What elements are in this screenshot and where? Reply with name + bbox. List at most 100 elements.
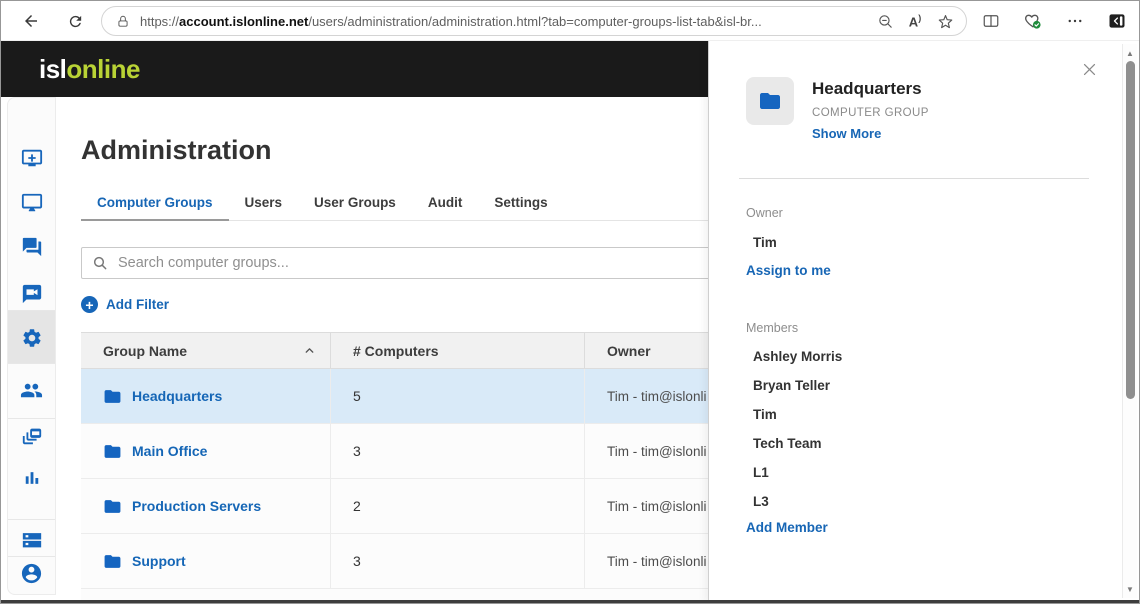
browser-toolbar: https://account.islonline.net/users/admi… (1, 1, 1139, 41)
sidebar-item-new-session[interactable] (20, 146, 44, 170)
group-avatar (746, 77, 794, 125)
group-name-cell[interactable]: Support (81, 534, 331, 588)
member-item: L1 (753, 465, 1079, 480)
zoom-out-button[interactable] (870, 8, 900, 34)
tab-users[interactable]: Users (229, 191, 299, 221)
add-computer-icon (21, 147, 43, 169)
tab-user-groups[interactable]: User Groups (298, 191, 412, 221)
search-icon (92, 255, 108, 271)
page-title: Administration (81, 135, 272, 166)
column-header-computers[interactable]: # Computers (331, 333, 585, 368)
panel-type-label: COMPUTER GROUP (812, 107, 929, 119)
sidebar-item-sessions[interactable] (20, 424, 44, 448)
member-item: L3 (753, 494, 1079, 509)
tab-settings[interactable]: Settings (478, 191, 563, 221)
group-name-link[interactable]: Main Office (132, 443, 207, 459)
folder-icon (103, 387, 122, 406)
show-more-link[interactable]: Show More (812, 126, 929, 141)
computers-count-cell: 5 (331, 369, 585, 423)
add-filter-button[interactable]: + Add Filter (81, 296, 169, 313)
gear-icon (21, 327, 43, 349)
window-bottom-edge (1, 600, 1139, 603)
folder-icon (103, 497, 122, 516)
members-label: Members (746, 321, 1079, 335)
computers-count-cell: 3 (331, 424, 585, 478)
add-member-link[interactable]: Add Member (746, 520, 1079, 535)
ellipsis-icon (1066, 12, 1084, 30)
sidebar-item-reports[interactable] (20, 466, 44, 490)
member-item: Bryan Teller (753, 378, 1079, 393)
group-name-cell[interactable]: Main Office (81, 424, 331, 478)
sidebar-item-video-chat[interactable] (20, 282, 44, 306)
app-sidebar (7, 97, 56, 595)
group-detail-panel: Headquarters COMPUTER GROUP Show More Ow… (708, 41, 1139, 603)
zoom-out-icon (877, 13, 894, 30)
column-header-group-name[interactable]: Group Name (81, 333, 331, 368)
add-filter-label: Add Filter (106, 297, 169, 312)
sidebar-item-settings[interactable] (20, 326, 44, 350)
group-name-cell[interactable]: Headquarters (81, 369, 331, 423)
tab-computer-groups[interactable]: Computer Groups (81, 191, 229, 221)
windows-stack-icon (21, 425, 43, 447)
owner-name: Tim (753, 235, 1079, 250)
sidebar-item-account[interactable] (20, 561, 44, 585)
folder-icon (103, 442, 122, 461)
panel-scrollbar: ▲ ▼ (1122, 44, 1137, 598)
isl-online-logo: islonline (39, 41, 140, 97)
sidebar-toggle-button[interactable] (1101, 6, 1133, 36)
read-aloud-button[interactable]: A) (900, 8, 930, 34)
computers-count-cell: 3 (331, 534, 585, 588)
folder-icon (758, 89, 782, 113)
app-header: islonline (1, 41, 709, 97)
group-name-link[interactable]: Headquarters (132, 388, 222, 404)
computer-icon (21, 192, 43, 214)
sidebar-item-users[interactable] (20, 378, 44, 402)
sidebar-item-computers[interactable] (20, 191, 44, 215)
computers-count-cell: 2 (331, 479, 585, 533)
sidebar-item-servers[interactable] (20, 528, 44, 552)
split-screen-icon (982, 12, 1000, 30)
close-icon (1081, 61, 1098, 78)
member-item: Tech Team (753, 436, 1079, 451)
server-icon (21, 529, 43, 551)
sort-asc-icon (303, 344, 316, 357)
sidebar-item-chat[interactable] (20, 235, 44, 259)
split-screen-button[interactable] (975, 6, 1007, 36)
panel-body: Owner Tim Assign to me Members Ashley Mo… (746, 206, 1079, 535)
scrollbar-thumb[interactable] (1126, 61, 1135, 399)
group-name-cell[interactable]: Production Servers (81, 479, 331, 533)
account-circle-icon (20, 562, 43, 585)
sidebar-toggle-icon (1107, 11, 1127, 31)
back-button[interactable] (17, 7, 45, 35)
panel-title: Headquarters (812, 79, 929, 99)
browser-essentials-icon (1023, 11, 1043, 31)
read-aloud-icon: A) (909, 13, 921, 29)
star-icon (937, 13, 954, 30)
refresh-icon (67, 13, 84, 30)
group-name-link[interactable]: Support (132, 553, 186, 569)
address-bar[interactable]: https://account.islonline.net/users/admi… (101, 6, 967, 36)
member-item: Tim (753, 407, 1079, 422)
scroll-up-arrow[interactable]: ▲ (1123, 46, 1137, 60)
browser-window: https://account.islonline.net/users/admi… (0, 0, 1140, 604)
chat-bubbles-icon (21, 236, 43, 258)
toolbar-actions (975, 6, 1133, 36)
tab-audit[interactable]: Audit (412, 191, 479, 221)
url-text: https://account.islonline.net/users/admi… (140, 14, 870, 29)
member-item: Ashley Morris (753, 349, 1079, 364)
owner-label: Owner (746, 206, 1079, 220)
close-panel-button[interactable] (1079, 59, 1099, 79)
bar-chart-icon (22, 468, 42, 488)
settings-menu-button[interactable] (1059, 6, 1091, 36)
scroll-down-arrow[interactable]: ▼ (1123, 582, 1137, 596)
refresh-button[interactable] (61, 7, 89, 35)
panel-header: Headquarters COMPUTER GROUP Show More (746, 77, 929, 141)
group-name-link[interactable]: Production Servers (132, 498, 261, 514)
folder-icon (103, 552, 122, 571)
panel-divider (739, 178, 1089, 179)
browser-essentials-button[interactable] (1017, 6, 1049, 36)
people-icon (20, 379, 43, 402)
plus-circle-icon: + (81, 296, 98, 313)
favorites-button[interactable] (930, 8, 960, 34)
assign-to-me-link[interactable]: Assign to me (746, 263, 1079, 278)
